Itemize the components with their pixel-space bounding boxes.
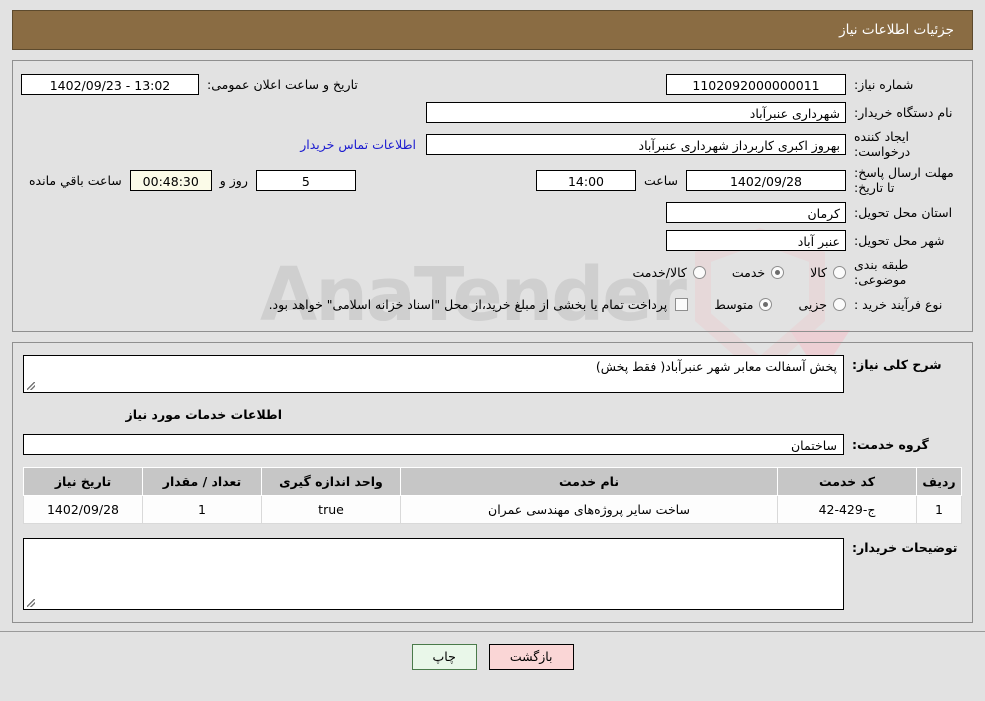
print-button[interactable]: چاپ [411,644,477,670]
category-label: طبقه بندی موضوعی: [854,257,909,287]
province-field: کرمان [666,201,846,223]
process-option-label: متوسط [714,296,754,312]
row-deadline: مهلت ارسال پاسخ: تا تاریخ: 1402/09/28 سا… [21,165,964,195]
need-number-field: 1102092000000011 [666,73,846,95]
category-option-kala-khedmat[interactable]: کالا/خدمت [632,264,706,280]
treasury-note: پرداخت تمام یا بخشی از مبلغ خرید،از محل … [268,296,668,312]
days-remaining-field: 5 [255,169,356,191]
row-need-description: شرح کلی نیاز: پخش آسفالت معابر شهر عنبرآ… [23,355,962,393]
treasury-checkbox[interactable] [675,297,689,311]
table-header-row: ردیف کد خدمت نام خدمت واحد اندازه گیری ت… [23,467,962,496]
process-option-motavaset[interactable]: متوسط [714,296,773,312]
category-option-kala[interactable]: کالا [810,265,846,280]
radio-icon[interactable] [759,297,773,311]
hour-label: ساعت [643,172,678,188]
countdown-timer-field: 00:48:30 [129,169,212,191]
radio-icon[interactable] [833,265,846,279]
public-announce-field: 1402/09/23 - 13:02 [21,73,199,95]
services-section-title: اطلاعات خدمات مورد نیاز [125,407,283,422]
radio-icon[interactable] [771,265,785,279]
category-radio-group: کالا خدمت کالا/خدمت [606,265,846,280]
table-row: 1 ج-429-42 ساخت سایر پروژه‌های مهندسی عم… [23,495,962,524]
category-option-khedmat[interactable]: خدمت [731,264,785,280]
cell-code: ج-429-42 [777,495,917,524]
cell-radif: 1 [916,495,962,524]
footer-actions: بازگشت چاپ [0,632,985,670]
deadline-time-field: 14:00 [535,169,636,191]
radio-icon[interactable] [833,297,846,311]
days-label: روز و [219,172,248,188]
radio-icon[interactable] [692,265,706,279]
need-details-panel: شرح کلی نیاز: پخش آسفالت معابر شهر عنبرآ… [12,342,973,623]
buyer-contact-link[interactable]: اطلاعات تماس خریدار [290,137,426,152]
province-label: استان محل تحویل: [854,204,953,220]
service-group-field: ساختمان [23,434,844,455]
category-option-label: خدمت [731,264,766,280]
page-header: جزئیات اطلاعات نیاز [12,10,973,50]
public-announce-label: تاریخ و ساعت اعلان عمومی: [207,76,358,92]
cell-date: 1402/09/28 [23,495,143,524]
countdown-label: ساعت باقي مانده [29,172,122,188]
th-code: کد خدمت [777,467,917,496]
row-city: شهر محل تحویل: عنبر آباد [21,229,964,251]
cell-name: ساخت سایر پروژه‌های مهندسی عمران [400,495,778,524]
need-number-label: شماره نیاز: [854,76,914,92]
creator-label: ایجاد کننده درخواست: [854,129,911,159]
row-buyer-org: نام دستگاه خریدار: شهرداری عنبرآباد [21,101,964,123]
row-buyer-notes: توضیحات خریدار: [23,538,962,610]
service-group-label: گروه خدمت: [852,437,929,452]
creator-field: بهروز اکبری کاربرداز شهرداری عنبرآباد [426,133,846,155]
th-unit: واحد اندازه گیری [261,467,401,496]
row-need-number: شماره نیاز: 1102092000000011 تاریخ و ساع… [21,73,964,95]
cell-unit: true [261,495,401,524]
buyer-notes-label: توضیحات خریدار: [852,540,958,555]
process-radio-group: جزیی متوسط [688,297,846,312]
category-option-label: کالا/خدمت [632,264,687,280]
buyer-org-field: شهرداری عنبرآباد [426,101,846,123]
th-date: تاریخ نیاز [23,467,143,496]
process-option-jozei[interactable]: جزیی [798,297,846,312]
th-qty: تعداد / مقدار [142,467,262,496]
process-option-label: جزیی [798,296,827,312]
cell-qty: 1 [142,495,262,524]
deadline-date-field: 1402/09/28 [686,169,846,191]
city-field: عنبر آباد [666,229,846,251]
need-desc-textarea[interactable]: پخش آسفالت معابر شهر عنبرآباد( فقط پخش) [23,355,844,393]
row-process-type: نوع فرآیند خرید : جزیی متوسط پرداخت تمام… [21,293,964,315]
row-province: استان محل تحویل: کرمان [21,201,964,223]
category-option-label: کالا [810,264,827,280]
th-radif: ردیف [916,467,962,496]
row-creator: ایجاد کننده درخواست: بهروز اکبری کاربردا… [21,129,964,159]
back-button[interactable]: بازگشت [488,644,574,670]
need-desc-label: شرح کلی نیاز: [852,357,942,372]
row-service-group: گروه خدمت: ساختمان [23,434,962,455]
process-label: نوع فرآیند خرید : [854,296,943,312]
row-category: طبقه بندی موضوعی: کالا خدمت کالا/خدمت [21,257,964,287]
buyer-notes-textarea[interactable] [23,538,844,610]
city-label: شهر محل تحویل: [854,232,945,248]
deadline-label: مهلت ارسال پاسخ: تا تاریخ: [854,165,954,195]
services-table: ردیف کد خدمت نام خدمت واحد اندازه گیری ت… [23,467,962,524]
buyer-org-label: نام دستگاه خریدار: [854,104,953,120]
page-title: جزئیات اطلاعات نیاز [839,22,954,38]
th-name: نام خدمت [400,467,778,496]
need-info-panel: شماره نیاز: 1102092000000011 تاریخ و ساع… [12,60,973,332]
